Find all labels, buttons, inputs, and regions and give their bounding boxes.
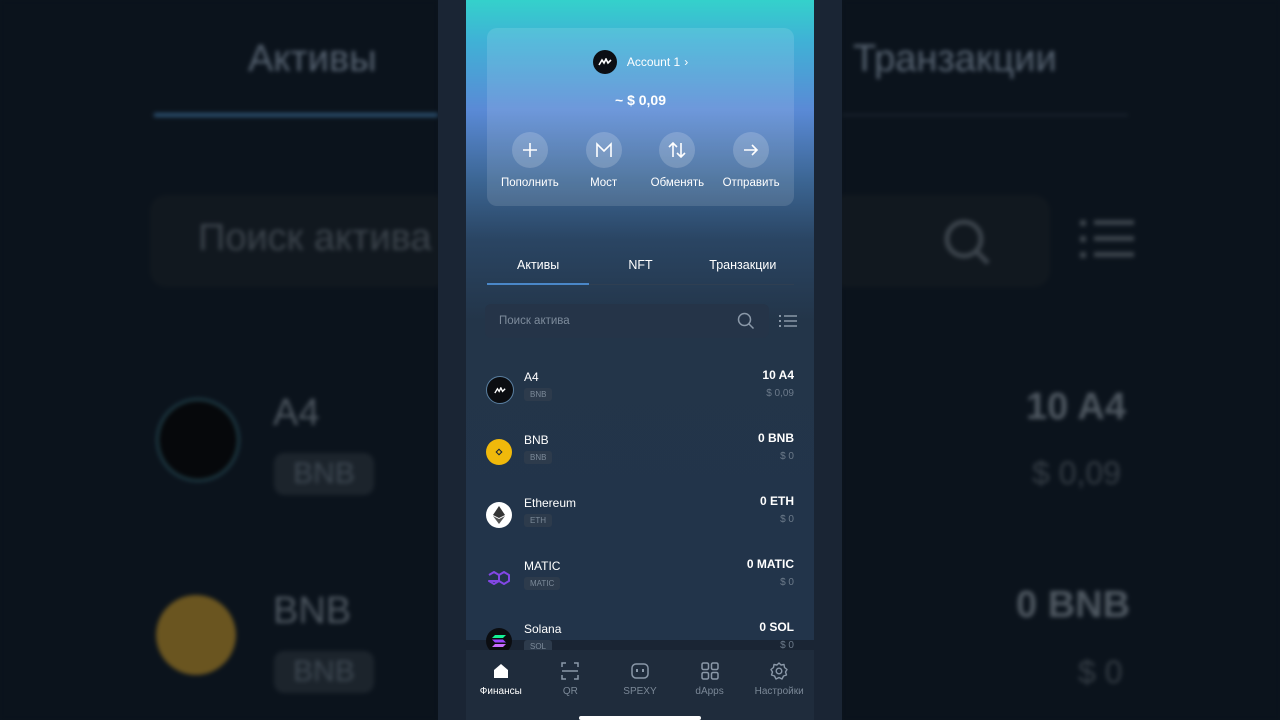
bg-a4-token-icon <box>156 398 240 482</box>
swap-button[interactable]: Обменять <box>641 132 715 189</box>
bg-tab-transactions: Транзакции <box>853 38 1057 80</box>
account-name: Account 1 <box>626 55 681 69</box>
bridge-icon <box>585 132 622 168</box>
nav-label: Настройки <box>754 686 804 697</box>
bg-bnb-usd: $ 0 <box>1078 654 1123 690</box>
ethereum-token-icon <box>486 502 512 528</box>
bg-tab-assets: Активы <box>248 38 377 80</box>
send-label: Отправить <box>722 177 780 189</box>
topup-button[interactable]: Пополнить <box>493 132 567 189</box>
nav-label: Финансы <box>479 686 522 697</box>
list-filter-icon[interactable] <box>779 314 797 328</box>
asset-row-a4[interactable]: A4 BNB 10 A4 $ 0,09 <box>486 368 794 418</box>
account-selector[interactable]: Account 1 › <box>487 50 794 74</box>
bnb-token-icon <box>486 439 512 465</box>
asset-name: A4 <box>524 370 539 384</box>
asset-name: MATIC <box>524 559 561 573</box>
asset-amount: 0 BNB <box>757 431 794 445</box>
nav-label: QR <box>562 686 578 697</box>
send-arrow-icon <box>733 132 770 168</box>
bg-bnb-network: BNB <box>274 651 374 693</box>
asset-usd-value: $ 0,09 <box>766 388 794 399</box>
network-badge: MATIC <box>524 577 561 590</box>
a4-logo-icon <box>598 58 612 66</box>
asset-tabs: Активы NFT Транзакции <box>487 248 794 285</box>
a4-token-icon <box>486 376 514 404</box>
nav-dapps[interactable]: dApps <box>675 650 745 720</box>
asset-row-matic[interactable]: MATIC MATIC 0 MATIC $ 0 <box>486 557 794 607</box>
asset-amount: 0 SOL <box>759 620 794 634</box>
phone-screen: Account 1 › ~ $ 0,09 Пополнить Мост Обме… <box>438 0 842 720</box>
account-avatar <box>592 50 617 74</box>
bg-bnb-token-icon <box>156 595 236 675</box>
swap-label: Обменять <box>650 177 705 189</box>
bg-a4-usd: $ 0,09 <box>1032 455 1121 491</box>
bg-search-placeholder: Поиск актива <box>198 217 432 259</box>
asset-name: Solana <box>524 622 562 636</box>
swap-icon <box>659 132 696 168</box>
matic-token-icon <box>486 565 512 591</box>
nav-settings[interactable]: Настройки <box>744 650 814 720</box>
network-badge: BNB <box>524 388 553 401</box>
nav-label: dApps <box>695 686 724 697</box>
home-icon <box>493 664 508 678</box>
asset-row-ethereum[interactable]: Ethereum ETH 0 ETH $ 0 <box>486 494 794 544</box>
asset-usd-value: $ 0 <box>780 577 794 588</box>
tab-transactions[interactable]: Транзакции <box>692 248 794 284</box>
tab-nft[interactable]: NFT <box>589 248 691 284</box>
asset-name: Ethereum <box>524 496 577 510</box>
asset-amount: 0 ETH <box>759 494 794 508</box>
account-card: Account 1 › ~ $ 0,09 Пополнить Мост Обме… <box>487 28 794 206</box>
asset-amount: 10 A4 <box>762 368 794 382</box>
bottom-nav: Финансы QR SPEXY dApps Настройки <box>466 650 814 720</box>
bg-tab-underline <box>154 113 438 117</box>
network-badge: ETH <box>524 514 552 527</box>
send-button[interactable]: Отправить <box>714 132 788 189</box>
plus-icon <box>511 132 548 168</box>
bg-list-icon <box>1080 220 1134 258</box>
nav-qr[interactable]: QR <box>536 650 606 720</box>
asset-name: BNB <box>524 433 549 447</box>
bridge-label: Мост <box>590 177 618 189</box>
search-input[interactable]: Поиск актива <box>485 304 769 338</box>
asset-usd-value: $ 0 <box>780 514 794 525</box>
search-placeholder: Поиск актива <box>499 315 570 327</box>
spexy-icon <box>631 663 649 679</box>
chevron-right-icon: › <box>684 55 689 69</box>
apps-grid-icon <box>700 662 719 680</box>
nav-spexy[interactable]: SPEXY <box>605 650 675 720</box>
gear-icon <box>770 662 788 680</box>
bg-bnb-amount: 0 BNB <box>1016 584 1131 626</box>
network-badge: BNB <box>524 451 553 464</box>
account-balance: ~ $ 0,09 <box>615 92 666 108</box>
bridge-button[interactable]: Мост <box>567 132 641 189</box>
topup-label: Пополнить <box>500 177 559 189</box>
search-icon[interactable] <box>737 312 755 330</box>
bg-bnb-name: BNB <box>273 590 352 632</box>
action-buttons: Пополнить Мост Обменять Отправить <box>487 132 794 189</box>
asset-row-bnb[interactable]: BNB BNB 0 BNB $ 0 <box>486 431 794 481</box>
asset-usd-value: $ 0 <box>780 451 794 462</box>
nav-finance[interactable]: Финансы <box>466 650 536 720</box>
asset-amount: 0 MATIC <box>746 557 794 571</box>
qr-scan-icon <box>561 662 580 680</box>
bg-search-icon <box>944 219 990 265</box>
nav-label: SPEXY <box>623 686 657 697</box>
bg-a4-network: BNB <box>274 453 374 495</box>
bg-a4-amount: 10 A4 <box>1026 386 1126 428</box>
home-indicator <box>579 716 701 720</box>
tab-assets[interactable]: Активы <box>487 248 590 285</box>
bg-a4-name: A4 <box>273 392 320 434</box>
